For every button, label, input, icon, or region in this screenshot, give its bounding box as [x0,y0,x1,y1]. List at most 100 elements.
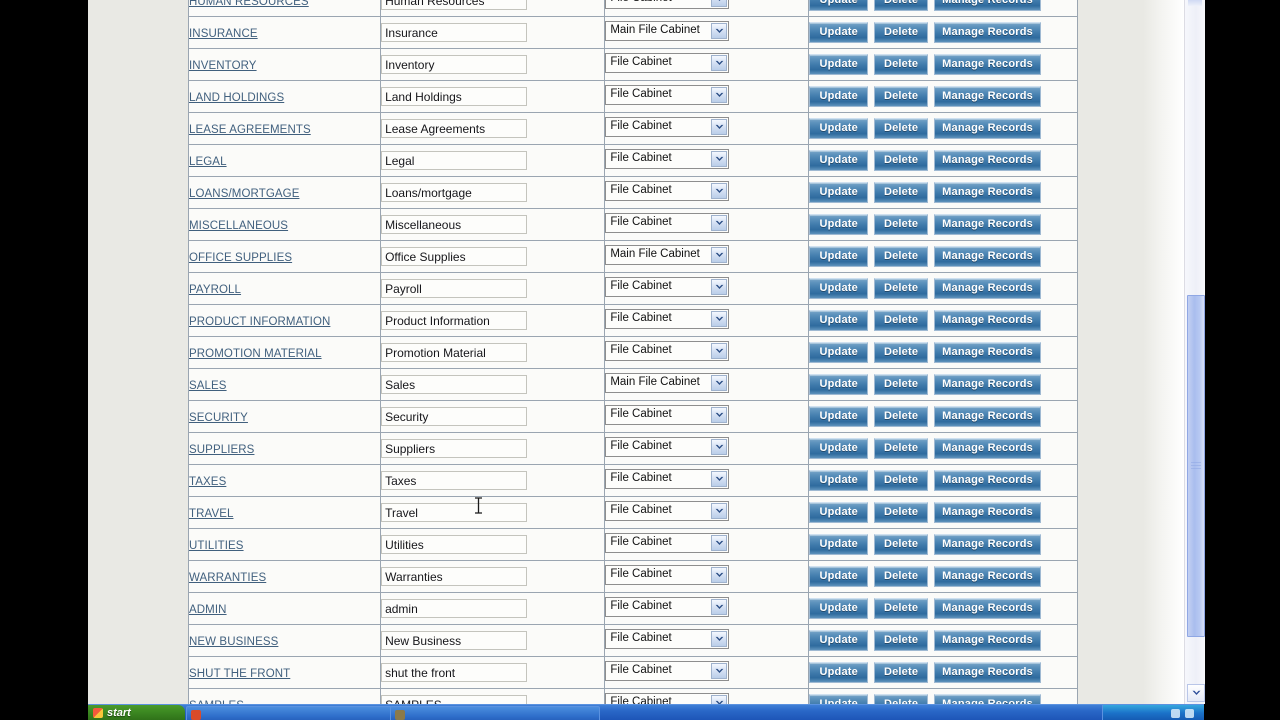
cabinet-select[interactable]: File Cabinet [605,149,730,169]
delete-button[interactable]: Delete [873,22,929,43]
update-button[interactable]: Update [809,406,868,427]
delete-button[interactable]: Delete [873,502,929,523]
chevron-down-icon[interactable] [711,119,728,135]
cabinet-select[interactable]: File Cabinet [605,661,730,681]
cabinet-select[interactable]: File Cabinet [605,405,730,425]
manage-records-button[interactable]: Manage Records [934,0,1041,11]
category-link[interactable]: PROMOTION MATERIAL [189,348,322,360]
chevron-down-icon[interactable] [711,471,728,487]
chevron-down-icon[interactable] [711,663,728,679]
manage-records-button[interactable]: Manage Records [934,182,1041,203]
delete-button[interactable]: Delete [873,182,929,203]
category-name-input[interactable] [381,311,528,330]
manage-records-button[interactable]: Manage Records [934,54,1041,75]
chevron-down-icon[interactable] [711,567,728,583]
category-name-input[interactable] [381,471,528,490]
manage-records-button[interactable]: Manage Records [934,86,1041,107]
category-link[interactable]: MISCELLANEOUS [189,220,288,232]
delete-button[interactable]: Delete [873,246,929,267]
cabinet-select[interactable]: Main File Cabinet [605,21,730,41]
category-link[interactable]: TRAVEL [189,508,233,520]
cabinet-select[interactable]: File Cabinet [605,0,730,9]
update-button[interactable]: Update [809,566,868,587]
category-link[interactable]: PAYROLL [189,284,241,296]
category-link[interactable]: HUMAN RESOURCES [189,0,309,8]
cabinet-select[interactable]: File Cabinet [605,533,730,553]
delete-button[interactable]: Delete [873,118,929,139]
taskbar-task-1[interactable] [186,706,396,720]
manage-records-button[interactable]: Manage Records [934,278,1041,299]
update-button[interactable]: Update [809,342,868,363]
category-name-input[interactable] [381,631,528,650]
vertical-scrollbar[interactable] [1184,0,1205,704]
update-button[interactable]: Update [809,374,868,395]
update-button[interactable]: Update [809,534,868,555]
chevron-down-icon[interactable] [711,311,728,327]
update-button[interactable]: Update [809,630,868,651]
tray-icon[interactable] [1185,708,1194,718]
delete-button[interactable]: Delete [873,310,929,331]
update-button[interactable]: Update [809,0,868,11]
category-name-input[interactable] [381,599,528,618]
chevron-down-icon[interactable] [711,407,728,423]
manage-records-button[interactable]: Manage Records [934,566,1041,587]
cabinet-select[interactable]: File Cabinet [605,565,730,585]
delete-button[interactable]: Delete [873,630,929,651]
manage-records-button[interactable]: Manage Records [934,118,1041,139]
cabinet-select[interactable]: File Cabinet [605,469,730,489]
category-name-input[interactable] [381,151,528,170]
delete-button[interactable]: Delete [873,54,929,75]
cabinet-select[interactable]: File Cabinet [605,629,730,649]
chevron-down-icon[interactable] [711,599,728,615]
system-tray[interactable] [1102,705,1204,720]
manage-records-button[interactable]: Manage Records [934,470,1041,491]
manage-records-button[interactable]: Manage Records [934,342,1041,363]
cabinet-select[interactable]: File Cabinet [605,597,730,617]
chevron-down-icon[interactable] [711,183,728,199]
manage-records-button[interactable]: Manage Records [934,534,1041,555]
delete-button[interactable]: Delete [873,0,929,11]
chevron-down-icon[interactable] [711,375,728,391]
scrollbar-thumb[interactable] [1187,295,1205,637]
chevron-down-icon[interactable] [711,279,728,295]
cabinet-select[interactable]: File Cabinet [605,213,730,233]
update-button[interactable]: Update [809,22,868,43]
chevron-down-icon[interactable] [711,0,728,7]
update-button[interactable]: Update [809,54,868,75]
category-link[interactable]: NEW BUSINESS [189,636,278,648]
category-name-input[interactable] [381,0,528,10]
delete-button[interactable]: Delete [873,150,929,171]
manage-records-button[interactable]: Manage Records [934,374,1041,395]
category-link[interactable]: LAND HOLDINGS [189,92,284,104]
category-link[interactable]: PRODUCT INFORMATION [189,316,330,328]
update-button[interactable]: Update [809,662,868,683]
delete-button[interactable]: Delete [873,662,929,683]
manage-records-button[interactable]: Manage Records [934,630,1041,651]
category-name-input[interactable] [381,215,528,234]
delete-button[interactable]: Delete [873,438,929,459]
chevron-down-icon[interactable] [711,503,728,519]
cabinet-select[interactable]: Main File Cabinet [605,373,730,393]
update-button[interactable]: Update [809,470,868,491]
category-name-input[interactable] [381,247,528,266]
update-button[interactable]: Update [809,150,868,171]
category-name-input[interactable] [381,407,528,426]
update-button[interactable]: Update [809,598,868,619]
update-button[interactable]: Update [809,118,868,139]
chevron-down-icon[interactable] [711,55,728,71]
chevron-down-icon[interactable] [711,631,728,647]
category-name-input[interactable] [381,439,528,458]
cabinet-select[interactable]: File Cabinet [605,277,730,297]
update-button[interactable]: Update [809,246,868,267]
category-name-input[interactable] [381,279,528,298]
update-button[interactable]: Update [809,310,868,331]
manage-records-button[interactable]: Manage Records [934,150,1041,171]
category-link[interactable]: INSURANCE [189,28,258,40]
category-name-input[interactable] [381,535,528,554]
category-name-input[interactable] [381,503,528,522]
cabinet-select[interactable]: File Cabinet [605,437,730,457]
manage-records-button[interactable]: Manage Records [934,502,1041,523]
manage-records-button[interactable]: Manage Records [934,438,1041,459]
chevron-down-icon[interactable] [711,247,728,263]
category-link[interactable]: LOANS/MORTGAGE [189,188,299,200]
